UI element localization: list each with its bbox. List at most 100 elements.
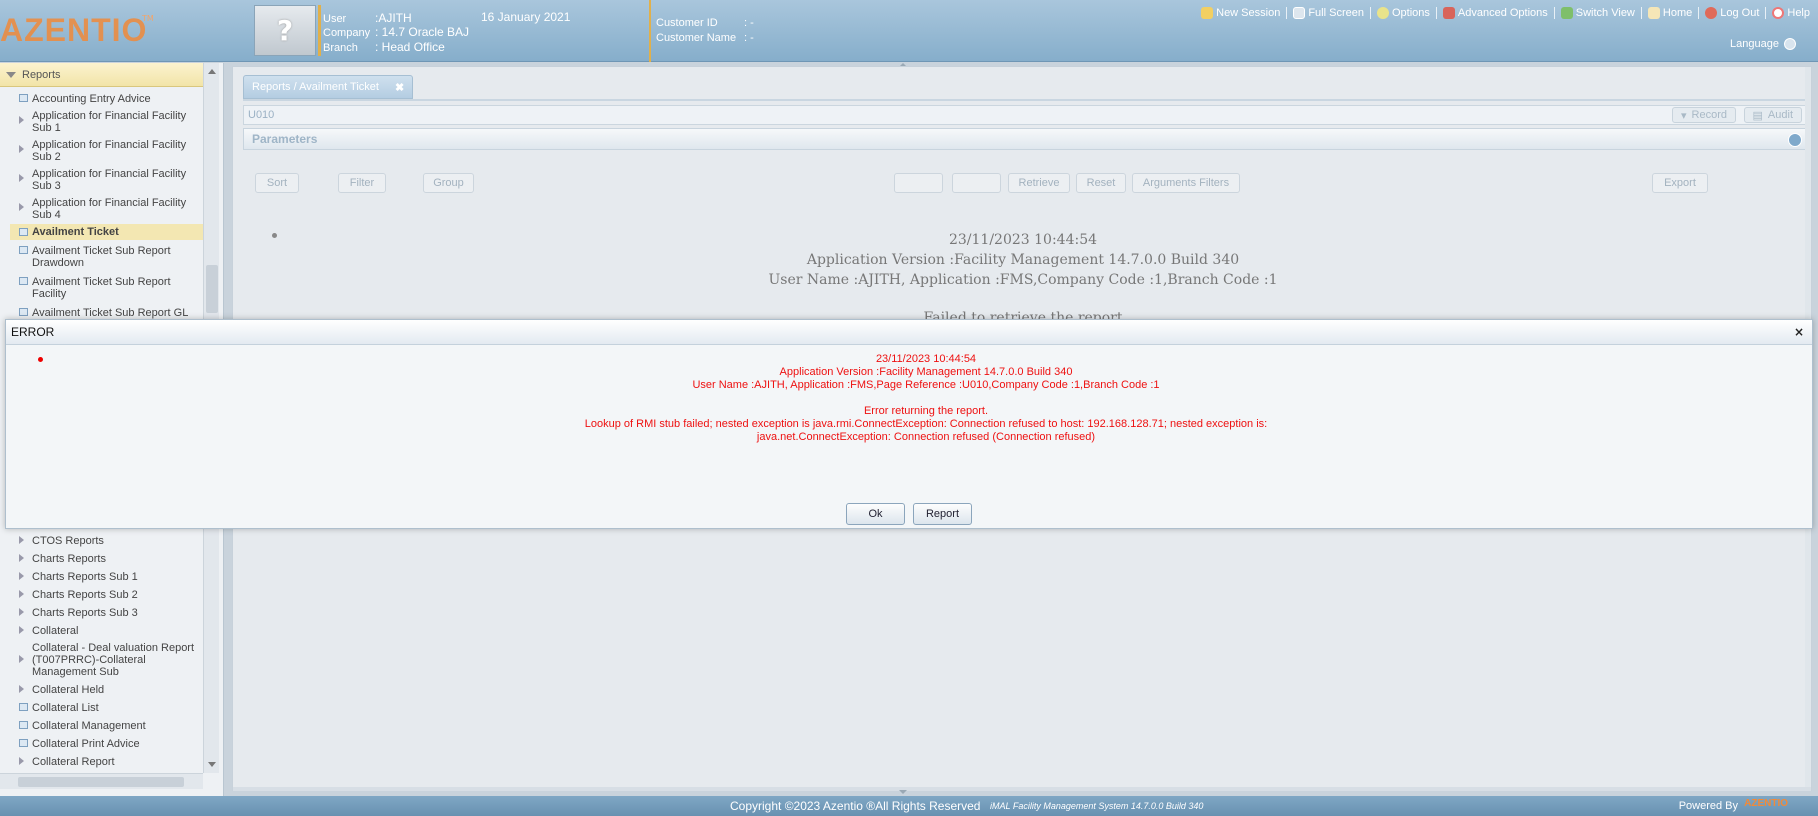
sidebar-horizontal-scrollbar[interactable] (0, 773, 203, 789)
menu-item-availment-sub-facility[interactable]: Availment Ticket Sub Report Facility (10, 276, 203, 300)
copyright-text: Copyright ©2023 Azentio ®All Rights Rese… (730, 799, 981, 813)
menu-item-label: Charts Reports (32, 553, 106, 565)
system-date: 16 January 2021 (481, 10, 571, 24)
menu-item-application-facility-sub1[interactable]: Application for Financial Facility Sub 1 (10, 110, 203, 134)
tab-availment-ticket[interactable]: Reports / Availment Ticket ✖ (243, 75, 414, 99)
azentio-logo: AZENTIO (0, 12, 148, 48)
error-user-info: User Name :AJITH, Application :FMS,Page … (692, 379, 1160, 391)
report-button[interactable]: Report (913, 503, 972, 525)
expand-arrow-icon (19, 590, 24, 598)
menu-item-collateral-print-advice[interactable]: Collateral Print Advice (10, 738, 203, 750)
menu-item-label: CTOS Reports (32, 535, 104, 547)
report-doc-icon (19, 308, 28, 316)
app-footer: Copyright ©2023 Azentio ®All Rights Rese… (0, 796, 1818, 816)
report-doc-icon (19, 246, 28, 254)
menu-section-reports[interactable]: Reports (0, 63, 203, 87)
audit-button[interactable]: ▤ Audit (1743, 107, 1802, 123)
menu-item-charts-reports-sub3[interactable]: Charts Reports Sub 3 (10, 607, 203, 619)
audit-label: Audit (1767, 109, 1793, 121)
menu-item-label: Application for Financial Facility Sub 3 (32, 168, 187, 192)
sidebar-hscroll-thumb[interactable] (18, 777, 184, 787)
log-out-icon (1705, 7, 1718, 19)
group-button[interactable]: Group (423, 173, 474, 193)
full-screen-icon (1293, 7, 1306, 19)
menu-item-application-facility-sub3[interactable]: Application for Financial Facility Sub 3 (10, 168, 203, 192)
error-dialog: ERROR × 23/11/2023 10:44:54 Application … (5, 319, 1813, 529)
options-link[interactable]: Options (1371, 7, 1437, 19)
company-info: Company: 14.7 Oracle BAJ (323, 25, 469, 39)
ok-button[interactable]: Ok (846, 503, 905, 525)
close-icon[interactable]: × (1794, 325, 1804, 339)
home-icon (1647, 7, 1660, 19)
logo-trademark: TM (142, 14, 154, 23)
workspace-horizontal-scrollbar[interactable] (233, 787, 1811, 791)
language-selector[interactable]: Language (1730, 38, 1796, 50)
company-label: Company (323, 27, 371, 39)
menu-item-label: Charts Reports Sub 1 (32, 571, 138, 583)
record-button[interactable]: ▾ Record (1672, 107, 1736, 123)
error-version: Application Version :Facility Management… (779, 366, 1073, 378)
arguments-filters-button[interactable]: Arguments Filters (1132, 173, 1240, 193)
menu-item-accounting-entry-advice[interactable]: Accounting Entry Advice (10, 93, 203, 105)
menu-item-collateral-management[interactable]: Collateral Management (10, 720, 203, 732)
tab-close-icon[interactable]: ✖ (395, 81, 404, 94)
menu-item-collateral-deal-valuation[interactable]: Collateral - Deal valuation Report (T007… (10, 642, 203, 678)
collapse-footer-arrow-icon[interactable] (899, 790, 907, 794)
menu-item-collateral[interactable]: Collateral (10, 625, 203, 637)
menu-item-charts-reports[interactable]: Charts Reports (10, 553, 203, 565)
reset-button[interactable]: Reset (1076, 173, 1126, 193)
expand-arrow-icon (19, 685, 24, 693)
full-screen-link[interactable]: Full Screen (1287, 7, 1371, 19)
branch-info: Branch: Head Office (323, 40, 445, 54)
group-label: Group (433, 177, 464, 189)
user-avatar: ? (254, 5, 316, 56)
customer-id-value: : - (744, 17, 754, 29)
menu-item-charts-reports-sub1[interactable]: Charts Reports Sub 1 (10, 571, 203, 583)
expand-arrow-icon (19, 572, 24, 580)
new-session-link[interactable]: New Session (1195, 7, 1288, 19)
parameters-label: Parameters (252, 132, 318, 146)
record-dropdown-icon: ▾ (1681, 109, 1687, 122)
audit-list-icon: ▤ (1752, 109, 1763, 122)
error-detail-line-2: java.net.ConnectException: Connection re… (756, 431, 1096, 443)
user-value: :AJITH (375, 11, 412, 25)
export-button[interactable]: Export (1652, 173, 1708, 193)
customer-name-label: Customer Name (656, 32, 737, 44)
menu-item-application-facility-sub2[interactable]: Application for Financial Facility Sub 2 (10, 139, 203, 163)
blank-button-1[interactable] (894, 173, 943, 193)
menu-item-label: Charts Reports Sub 2 (32, 589, 138, 601)
blank-button-2[interactable] (952, 173, 1001, 193)
menu-item-label: Availment Ticket Sub Report GL (32, 307, 189, 319)
scroll-up-arrow-icon[interactable] (208, 69, 216, 74)
menu-item-label: Charts Reports Sub 3 (32, 607, 138, 619)
avatar-placeholder-icon: ? (276, 14, 294, 47)
home-link[interactable]: Home (1642, 7, 1700, 19)
menu-item-application-facility-sub4[interactable]: Application for Financial Facility Sub 4 (10, 197, 203, 221)
menu-item-collateral-held[interactable]: Collateral Held (10, 684, 203, 696)
sidebar-scroll-thumb[interactable] (206, 265, 218, 313)
menu-item-label: Accounting Entry Advice (32, 93, 151, 105)
log-out-link[interactable]: Log Out (1699, 7, 1767, 19)
scroll-down-arrow-icon[interactable] (208, 762, 216, 767)
sort-label: Sort (266, 177, 288, 189)
menu-item-charts-reports-sub2[interactable]: Charts Reports Sub 2 (10, 589, 203, 601)
menu-item-label: Collateral - Deal valuation Report (T007… (32, 642, 195, 678)
switch-view-link[interactable]: Switch View (1555, 7, 1642, 19)
menu-item-availment-ticket[interactable]: Availment Ticket (10, 224, 203, 240)
report-doc-icon (19, 703, 28, 711)
menu-item-availment-sub-gl[interactable]: Availment Ticket Sub Report GL (10, 307, 203, 319)
sort-button[interactable]: Sort (255, 173, 299, 193)
filter-button[interactable]: Filter (338, 173, 386, 193)
help-link[interactable]: Help (1766, 7, 1810, 19)
tab-label: Reports / Availment Ticket (252, 81, 379, 93)
parameters-section-header[interactable]: Parameters (243, 128, 1809, 150)
advanced-options-link[interactable]: Advanced Options (1437, 7, 1555, 19)
menu-item-availment-sub-drawdown[interactable]: Availment Ticket Sub Report Drawdown (10, 245, 203, 269)
menu-item-collateral-report[interactable]: Collateral Report (10, 756, 203, 768)
menu-item-ctos-reports[interactable]: CTOS Reports (10, 535, 203, 547)
error-dialog-titlebar[interactable]: ERROR (6, 320, 1812, 345)
report-timestamp: 23/11/2023 10:44:54 (948, 232, 1098, 248)
retrieve-button[interactable]: Retrieve (1008, 173, 1070, 193)
collapse-parameters-icon[interactable] (1788, 133, 1802, 147)
menu-item-collateral-list[interactable]: Collateral List (10, 702, 203, 714)
